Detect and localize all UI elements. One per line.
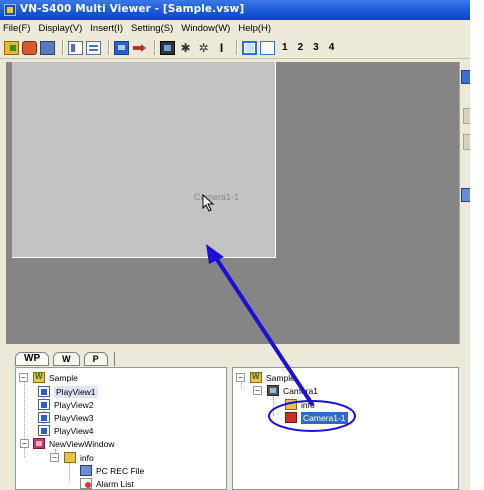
tree-label: NewViewWindow	[49, 439, 115, 449]
multi-viewer-window: VN-S400 Multi Viewer - [Sample.vsw] File…	[0, 0, 470, 490]
menu-bar: File(F) Display(V) Insert(I) Setting(S) …	[0, 20, 470, 37]
pc-rec-file-icon	[80, 465, 92, 476]
app-icon	[4, 4, 16, 16]
tree-label: info	[80, 453, 94, 463]
layout-1-button[interactable]: 1	[282, 42, 288, 53]
tree-label: PlayView2	[54, 400, 94, 410]
open-icon[interactable]	[4, 40, 19, 55]
tree-node-playview1[interactable]: PlayView1	[38, 386, 188, 398]
panel-button[interactable]	[463, 134, 470, 150]
tree-node-info[interactable]: − info	[50, 452, 170, 464]
tree-label: Alarm List	[96, 479, 134, 489]
play-view-icon	[38, 386, 50, 397]
tree-node-playview2[interactable]: PlayView2	[38, 399, 188, 411]
save-icon[interactable]	[40, 40, 55, 55]
info-icon	[285, 399, 297, 410]
camera-icon	[267, 385, 279, 396]
menu-setting[interactable]: Setting(S)	[131, 23, 173, 34]
film-icon[interactable]	[160, 40, 175, 55]
layout-quad-icon[interactable]	[260, 40, 275, 55]
tree-label: info	[301, 400, 315, 410]
tree-node-info[interactable]: info	[285, 399, 405, 411]
toolbar-separator	[236, 40, 238, 55]
settings-icon[interactable]	[22, 40, 37, 55]
tree-line	[69, 463, 70, 482]
window-title: VN-S400 Multi Viewer - [Sample.vsw]	[20, 3, 245, 15]
layout-3-button[interactable]: 3	[313, 42, 319, 53]
layout-single-icon[interactable]	[242, 40, 257, 55]
split-view-icon[interactable]	[68, 40, 83, 55]
sparkle-icon[interactable]: ✲	[196, 41, 211, 55]
menu-insert[interactable]: Insert(I)	[90, 23, 123, 34]
play-view-icon	[38, 425, 50, 436]
tree-label: Sample	[49, 373, 78, 383]
collapse-icon[interactable]: −	[20, 439, 29, 448]
collapse-icon[interactable]: −	[253, 386, 262, 395]
mouse-cursor-icon	[202, 194, 215, 212]
menu-help[interactable]: Help(H)	[238, 23, 271, 34]
toolbar-separator	[154, 40, 156, 55]
alarm-list-icon	[80, 478, 92, 489]
tree-label: Camera1	[283, 386, 318, 396]
layout-4-button[interactable]: 4	[329, 42, 335, 53]
tree-label: Sample	[266, 373, 295, 383]
tab-wp[interactable]: WP	[15, 352, 50, 366]
workspace-tree: − Sample PlayView1 PlayView2 PlayView3 P…	[15, 367, 227, 490]
collapse-icon[interactable]: −	[50, 453, 59, 462]
workspace-folder-icon	[33, 371, 45, 383]
list-view-icon[interactable]	[86, 40, 101, 55]
tree-label: PlayView4	[54, 426, 94, 436]
panel-tool-icon[interactable]	[461, 188, 470, 202]
layout-2-button[interactable]: 2	[298, 42, 304, 53]
tab-w[interactable]: W	[53, 352, 80, 366]
camera-tree: − Sample − Camera1 info Camera1-1	[232, 367, 459, 490]
panel-button[interactable]	[463, 108, 470, 124]
menu-file[interactable]: File(F)	[3, 23, 30, 34]
tree-label-selected: Camera1-1	[301, 412, 348, 424]
tree-node-alarm-list[interactable]: Alarm List	[80, 478, 200, 489]
tree-label: PlayView3	[54, 413, 94, 423]
tree-node-playview3[interactable]: PlayView3	[38, 412, 188, 424]
tree-node-camera1[interactable]: − Camera1	[253, 385, 403, 397]
tree-label: PlayView1	[54, 386, 98, 398]
tree-node-sample[interactable]: − Sample	[19, 371, 169, 384]
menu-display[interactable]: Display(V)	[38, 23, 82, 34]
tree-node-playview4[interactable]: PlayView4	[38, 425, 188, 437]
toolbar-separator	[108, 40, 110, 55]
play-view-icon	[38, 399, 50, 410]
collapse-icon[interactable]: −	[236, 373, 245, 382]
tree-node-camera1-1[interactable]: Camera1-1	[285, 412, 405, 424]
tree-label: PC REC File	[96, 466, 145, 476]
menu-window[interactable]: Window(W)	[181, 23, 230, 34]
toolbar-separator	[62, 40, 64, 55]
tree-node-pc-rec-file[interactable]: PC REC File	[80, 465, 200, 477]
play-view-icon	[38, 412, 50, 423]
view-window-icon	[33, 438, 45, 449]
info-folder-icon	[64, 452, 76, 463]
tab-separator	[113, 352, 115, 366]
main-view-area[interactable]: Camera1-1	[6, 62, 459, 344]
cursor-tool-icon[interactable]: I	[214, 41, 229, 55]
panel-toggle-icon[interactable]	[461, 70, 470, 84]
right-side-panel	[459, 62, 470, 344]
star-icon[interactable]: ✱	[178, 41, 193, 55]
toolbar: ✱ ✲ I 1 2 3 4	[0, 37, 470, 59]
workspace-folder-icon	[250, 371, 262, 383]
title-bar: VN-S400 Multi Viewer - [Sample.vsw]	[0, 0, 470, 20]
camera-pane[interactable]: Camera1-1	[12, 62, 276, 258]
monitor-icon[interactable]	[114, 40, 129, 55]
tree-node-newviewwindow[interactable]: − NewViewWindow	[20, 438, 193, 450]
tab-p[interactable]: P	[83, 352, 108, 366]
camera-item-icon	[285, 412, 297, 423]
tree-node-sample[interactable]: − Sample	[236, 371, 386, 384]
collapse-icon[interactable]: −	[19, 373, 28, 382]
workspace-tabs: WP W P	[15, 350, 115, 366]
camera-drop-label: Camera1-1	[194, 192, 240, 202]
arrow-icon[interactable]	[132, 41, 147, 55]
